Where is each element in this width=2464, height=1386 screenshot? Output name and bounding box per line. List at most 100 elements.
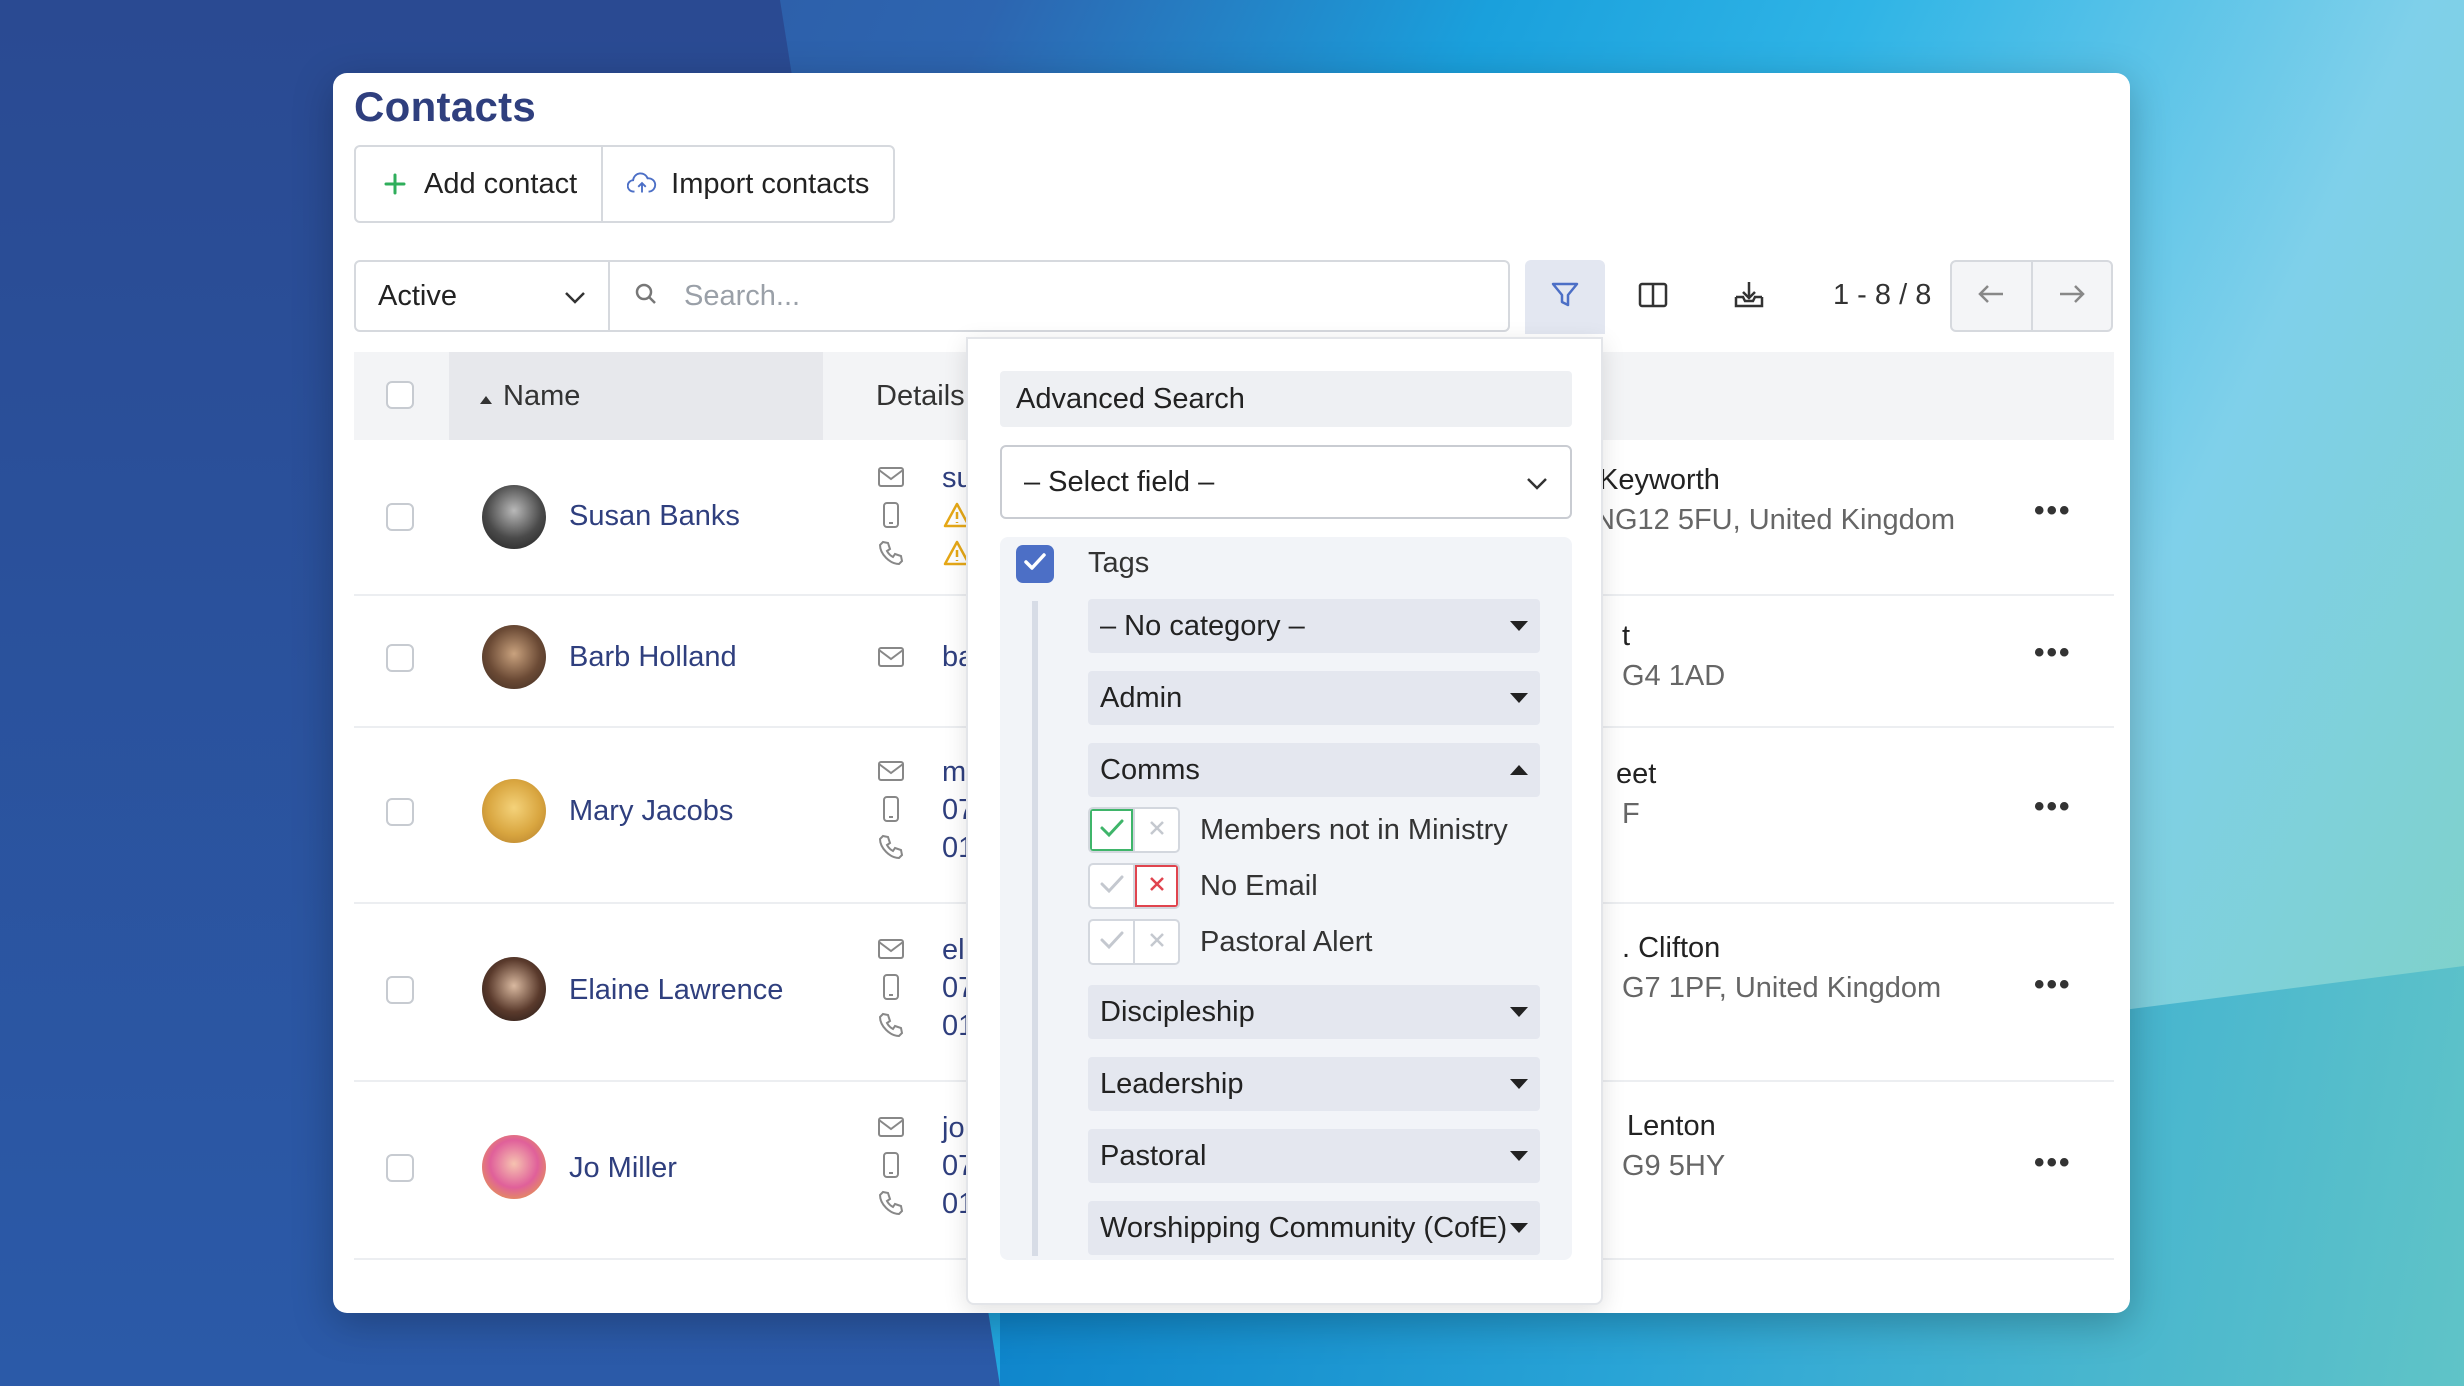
caret-down-icon <box>1510 1007 1528 1017</box>
download-icon <box>1732 279 1766 316</box>
category-label: Worshipping Community (CofE) <box>1100 1211 1508 1244</box>
row-menu-button[interactable]: ••• <box>2034 1146 2072 1180</box>
category-label: Leadership <box>1100 1067 1244 1100</box>
arrow-left-icon <box>1977 283 2005 310</box>
exclude-toggle-button[interactable] <box>1133 809 1178 851</box>
contact-email[interactable]: jo <box>942 1112 965 1145</box>
category-worshipping-community[interactable]: Worshipping Community (CofE) <box>1088 1201 1540 1255</box>
category-admin[interactable]: Admin <box>1088 671 1540 725</box>
address-line-1: Keyworth <box>1599 464 1720 496</box>
tag-toggle <box>1088 863 1180 909</box>
add-contact-button[interactable]: Add contact <box>356 147 601 221</box>
search-icon <box>634 282 658 311</box>
row-checkbox[interactable] <box>386 503 414 531</box>
caret-down-icon <box>1510 1223 1528 1233</box>
category-label: Comms <box>1100 753 1200 786</box>
mobile-icon <box>876 1150 906 1180</box>
category-label: Pastoral <box>1100 1139 1207 1172</box>
address-line-2: F <box>1622 798 1640 830</box>
checkmark-icon <box>1023 552 1047 577</box>
select-field-value: – Select field – <box>1024 465 1215 498</box>
select-field-dropdown[interactable]: – Select field – <box>1000 445 1572 519</box>
caret-down-icon <box>1510 1079 1528 1089</box>
add-contact-label: Add contact <box>424 167 578 200</box>
tag-pastoral-alert: Pastoral Alert <box>1088 919 1372 965</box>
close-icon <box>1148 819 1166 842</box>
row-menu-button[interactable]: ••• <box>2034 494 2072 528</box>
search-bar <box>610 260 1510 332</box>
category-pastoral[interactable]: Pastoral <box>1088 1129 1540 1183</box>
tag-toggle <box>1088 807 1180 853</box>
contact-name[interactable]: Jo Miller <box>569 1152 677 1185</box>
category-label: Admin <box>1100 681 1183 714</box>
chevron-down-icon <box>564 280 586 313</box>
columns-button[interactable] <box>1613 260 1693 334</box>
select-all-checkbox[interactable] <box>386 381 414 409</box>
include-toggle-button[interactable] <box>1090 865 1133 907</box>
mail-icon <box>876 642 906 672</box>
contact-name[interactable]: Elaine Lawrence <box>569 974 783 1007</box>
address-line-1: Lenton <box>1627 1110 1716 1142</box>
avatar <box>482 1135 546 1199</box>
row-menu-button[interactable]: ••• <box>2034 790 2072 824</box>
mail-icon <box>876 756 906 786</box>
cloud-upload-icon <box>627 169 657 199</box>
phone-icon <box>876 538 906 568</box>
status-dropdown[interactable]: Active <box>354 260 610 332</box>
tags-tree-rail <box>1032 601 1038 1256</box>
previous-page-button[interactable] <box>1952 262 2031 330</box>
address-line-1: . Clifton <box>1622 932 1721 964</box>
mobile-icon <box>876 972 906 1002</box>
row-menu-button[interactable]: ••• <box>2034 636 2072 670</box>
search-input[interactable] <box>682 278 1386 314</box>
contact-name[interactable]: Mary Jacobs <box>569 795 733 828</box>
contact-name[interactable]: Barb Holland <box>569 641 737 674</box>
tag-label: Pastoral Alert <box>1200 925 1373 958</box>
address-line-2: NG12 5FU, United Kingdom <box>1594 504 1956 536</box>
details-column-header: Details <box>876 380 965 412</box>
category-discipleship[interactable]: Discipleship <box>1088 985 1540 1039</box>
row-checkbox[interactable] <box>386 976 414 1004</box>
tags-label: Tags <box>1088 547 1150 579</box>
name-column-header[interactable]: Name <box>449 352 823 440</box>
caret-down-icon <box>1510 1151 1528 1161</box>
exclude-toggle-button[interactable] <box>1133 921 1178 963</box>
import-contacts-label: Import contacts <box>671 167 870 200</box>
address-line-2: G9 5HY <box>1622 1150 1726 1182</box>
check-icon <box>1099 930 1125 955</box>
row-menu-button[interactable]: ••• <box>2034 968 2072 1002</box>
import-contacts-button[interactable]: Import contacts <box>601 147 893 221</box>
phone-icon <box>876 832 906 862</box>
contacts-window: Contacts Add contact Import contacts Act… <box>333 73 2130 1313</box>
category-no-category[interactable]: – No category – <box>1088 599 1540 653</box>
export-button[interactable] <box>1709 260 1789 334</box>
contact-email[interactable]: el <box>942 934 965 967</box>
row-checkbox[interactable] <box>386 798 414 826</box>
category-comms[interactable]: Comms <box>1088 743 1540 797</box>
mobile-icon <box>876 500 906 530</box>
next-page-button[interactable] <box>2030 262 2112 330</box>
tags-checkbox[interactable] <box>1016 545 1054 583</box>
include-toggle-button[interactable] <box>1090 921 1133 963</box>
caret-down-icon <box>1510 621 1528 631</box>
tag-label: No Email <box>1200 869 1318 902</box>
contact-email[interactable]: m <box>942 756 966 789</box>
tag-members-not-in-ministry: Members not in Ministry <box>1088 807 1508 853</box>
row-checkbox[interactable] <box>386 1154 414 1182</box>
page-title: Contacts <box>354 83 537 130</box>
arrow-right-icon <box>2058 283 2086 310</box>
row-checkbox[interactable] <box>386 644 414 672</box>
exclude-toggle-button[interactable] <box>1133 865 1178 907</box>
phone-icon <box>876 1010 906 1040</box>
category-leadership[interactable]: Leadership <box>1088 1057 1540 1111</box>
include-toggle-button[interactable] <box>1090 809 1133 851</box>
name-column-label: Name <box>503 379 581 412</box>
chevron-down-icon <box>1526 466 1548 499</box>
mobile-icon <box>876 794 906 824</box>
address-line-1: eet <box>1616 758 1657 790</box>
check-icon <box>1099 874 1125 899</box>
address-line-2: G4 1AD <box>1622 660 1726 692</box>
avatar <box>482 485 546 549</box>
contact-name[interactable]: Susan Banks <box>569 500 740 533</box>
filter-button[interactable] <box>1525 260 1605 334</box>
